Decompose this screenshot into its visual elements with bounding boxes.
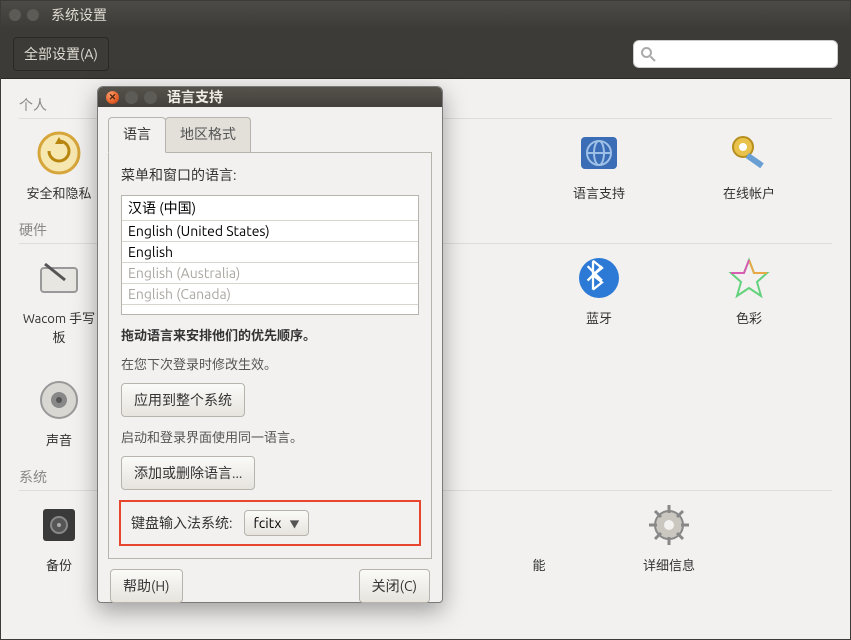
keys-icon bbox=[725, 129, 773, 177]
item-wacom[interactable]: Wacom 手写板 bbox=[19, 254, 99, 346]
search-input[interactable] bbox=[633, 40, 838, 68]
item-label: 蓝牙 bbox=[586, 308, 612, 327]
tablet-icon bbox=[35, 254, 83, 302]
item-energy[interactable]: 能 bbox=[519, 501, 559, 574]
item-backup[interactable]: 备份 bbox=[19, 501, 99, 574]
item-label: 备份 bbox=[46, 555, 72, 574]
globe-icon bbox=[575, 129, 623, 177]
item-label: 语言支持 bbox=[573, 183, 625, 202]
item-details[interactable]: 详细信息 bbox=[629, 501, 709, 574]
list-item[interactable]: English (Canada) bbox=[122, 284, 418, 305]
safe-icon bbox=[35, 501, 83, 549]
search-wrap bbox=[633, 40, 838, 68]
minimize-icon[interactable] bbox=[27, 9, 39, 21]
main-title: 系统设置 bbox=[51, 5, 107, 25]
item-sound[interactable]: 声音 bbox=[19, 376, 99, 449]
item-language-support[interactable]: 语言支持 bbox=[559, 129, 639, 202]
gear-icon bbox=[645, 501, 693, 549]
minimize-icon[interactable] bbox=[125, 91, 138, 104]
ime-dropdown[interactable]: fcitx ▼ bbox=[244, 510, 308, 536]
menu-lang-label: 菜单和窗口的语言: bbox=[121, 165, 419, 185]
item-color[interactable]: 色彩 bbox=[709, 254, 789, 346]
item-label: 能 bbox=[532, 555, 545, 574]
tab-language[interactable]: 语言 bbox=[108, 117, 166, 153]
item-online-accounts[interactable]: 在线帐户 bbox=[709, 129, 789, 202]
close-icon[interactable] bbox=[9, 9, 21, 21]
dialog-titlebar[interactable]: ✕ 语言支持 bbox=[98, 87, 442, 107]
close-icon[interactable]: ✕ bbox=[106, 91, 119, 104]
apply-hint: 启动和登录界面使用同一语言。 bbox=[121, 427, 419, 446]
list-item[interactable]: English bbox=[122, 242, 418, 263]
speaker-icon bbox=[35, 376, 83, 424]
ime-value: fcitx bbox=[253, 515, 281, 531]
apply-system-button[interactable]: 应用到整个系统 bbox=[121, 383, 245, 417]
shield-icon bbox=[35, 129, 83, 177]
list-item[interactable]: English (Australia) bbox=[122, 263, 418, 284]
drag-hint: 拖动语言来安排他们的优先顺序。 bbox=[121, 325, 419, 344]
dialog-tabs: 语言 地区格式 bbox=[108, 117, 432, 152]
all-settings-button[interactable]: 全部设置(A) bbox=[13, 37, 109, 71]
main-titlebar: 系统设置 bbox=[1, 1, 850, 29]
bluetooth-icon bbox=[575, 254, 623, 302]
ime-row-highlight: 键盘输入法系统: fcitx ▼ bbox=[119, 500, 421, 546]
tab-region[interactable]: 地区格式 bbox=[165, 117, 251, 152]
help-button[interactable]: 帮助(H) bbox=[110, 569, 183, 603]
main-toolbar: 全部设置(A) bbox=[1, 29, 850, 79]
dialog-actions: 帮助(H) 关闭(C) bbox=[98, 559, 442, 615]
item-label: 详细信息 bbox=[643, 555, 695, 574]
dialog-title: 语言支持 bbox=[167, 87, 223, 107]
list-item[interactable]: 汉语 (中国) bbox=[122, 196, 418, 221]
item-bluetooth[interactable]: 蓝牙 bbox=[559, 254, 639, 346]
chevron-down-icon: ▼ bbox=[290, 516, 300, 531]
search-icon bbox=[640, 46, 656, 62]
close-button[interactable]: 关闭(C) bbox=[359, 569, 430, 603]
main-window-controls bbox=[9, 9, 39, 21]
color-icon bbox=[725, 254, 773, 302]
language-list[interactable]: 汉语 (中国) English (United States) English … bbox=[121, 195, 419, 315]
language-support-dialog: ✕ 语言支持 语言 地区格式 菜单和窗口的语言: 汉语 (中国) English… bbox=[97, 86, 443, 603]
dialog-window-controls: ✕ bbox=[106, 91, 157, 104]
item-label: 声音 bbox=[46, 430, 72, 449]
maximize-icon[interactable] bbox=[144, 91, 157, 104]
login-hint: 在您下次登录时修改生效。 bbox=[121, 354, 419, 373]
add-remove-lang-button[interactable]: 添加或删除语言... bbox=[121, 456, 255, 490]
item-label: 安全和隐私 bbox=[26, 183, 91, 202]
item-security[interactable]: 安全和隐私 bbox=[19, 129, 99, 202]
item-label: 色彩 bbox=[736, 308, 762, 327]
item-label: Wacom 手写板 bbox=[19, 308, 99, 346]
tab-panel-language: 菜单和窗口的语言: 汉语 (中国) English (United States… bbox=[108, 152, 432, 559]
list-item[interactable]: English (United States) bbox=[122, 221, 418, 242]
item-label: 在线帐户 bbox=[723, 183, 775, 202]
ime-label: 键盘输入法系统: bbox=[131, 513, 232, 533]
